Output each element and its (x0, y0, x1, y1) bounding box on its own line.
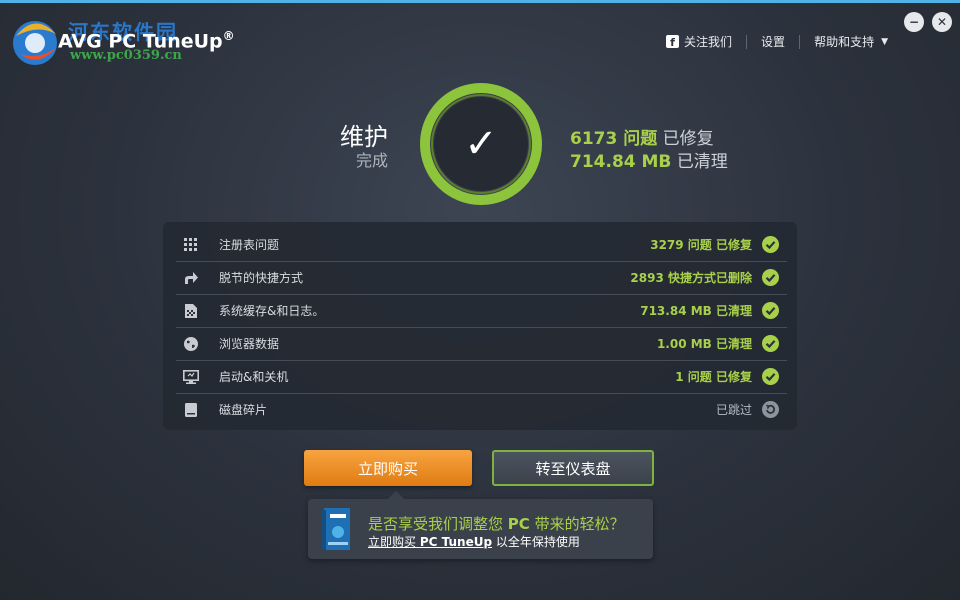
top-nav: f 关注我们 设置 帮助和支持 ▼ (666, 33, 888, 50)
registered-mark: ® (222, 29, 235, 43)
product-box-icon (322, 508, 350, 550)
result-row-cache-logs: 系统缓存&和日志。 713.84 MB 已清理 (176, 294, 787, 328)
caret-down-icon: ▼ (881, 36, 888, 47)
result-row-defrag: 磁盘碎片 已跳过 (176, 393, 787, 426)
help-support-label: 帮助和支持 (814, 35, 875, 49)
issues-fixed-stat: 6173 问题 已修复 (570, 124, 714, 149)
promo-link-product: PC TuneUp (419, 535, 493, 549)
check-circle-icon (762, 269, 779, 286)
promo-tooltip: 是否享受我们调整您 PC 带来的轻松？ 立即购买 PC TuneUp 以全年保持… (308, 491, 653, 559)
check-circle-icon (762, 368, 779, 385)
checkmark-icon: ✓ (464, 121, 498, 167)
result-row-shortcuts: 脱节的快捷方式 2893 快捷方式已删除 (176, 261, 787, 295)
follow-us-link[interactable]: f 关注我们 (666, 33, 732, 50)
space-cleaned-value: 714.84 MB (570, 152, 672, 172)
issues-fixed-label: 已修复 (662, 129, 714, 149)
close-button[interactable]: ✕ (932, 12, 952, 32)
promo-link-prefix: 立即购买 (368, 535, 417, 549)
result-label: 注册表问题 (219, 238, 280, 252)
result-row-registry: 注册表问题 3279 问题 已修复 (176, 228, 787, 262)
results-panel: 注册表问题 3279 问题 已修复 脱节的快捷方式 2893 快捷方式已删除 系… (163, 222, 797, 430)
check-circle-icon (762, 335, 779, 352)
monitor-icon (176, 369, 206, 384)
check-circle-icon (762, 302, 779, 319)
completion-ring-icon: ✓ (420, 83, 542, 205)
follow-us-label: 关注我们 (684, 35, 733, 49)
settings-link[interactable]: 设置 (761, 33, 785, 50)
app-title: AVG PC TuneUp® (58, 29, 235, 52)
status-subtitle: 完成 (355, 151, 388, 170)
promo-buy-link[interactable]: 立即购买 PC TuneUp (368, 535, 492, 549)
nav-divider (746, 34, 748, 49)
disk-icon (176, 402, 206, 417)
result-value: 已跳过 (715, 403, 752, 417)
nav-divider (799, 34, 801, 49)
result-label: 浏览器数据 (219, 337, 280, 351)
check-circle-icon (762, 236, 779, 253)
result-label: 磁盘碎片 (219, 403, 268, 417)
settings-label: 设置 (761, 35, 786, 49)
result-label: 脱节的快捷方式 (219, 271, 304, 285)
minimize-button[interactable]: − (904, 12, 924, 32)
promo-question-pc: PC (507, 515, 530, 533)
result-value: 1.00 MB 已清理 (656, 337, 752, 351)
result-value: 2893 快捷方式已删除 (630, 271, 752, 285)
result-label: 启动&和关机 (219, 370, 289, 384)
cache-file-icon (176, 303, 206, 318)
result-value: 713.84 MB 已清理 (640, 304, 752, 318)
app-title-text: AVG PC TuneUp (58, 30, 223, 53)
go-to-dashboard-button[interactable]: 转至仪表盘 (492, 450, 654, 486)
promo-question: 是否享受我们调整您 PC 带来的轻松？ (368, 513, 625, 534)
promo-pointer (388, 491, 404, 499)
watermark-logo-icon (13, 21, 57, 65)
promo-suffix: 以全年保持使用 (495, 535, 580, 549)
result-row-browser-data: 浏览器数据 1.00 MB 已清理 (176, 327, 787, 361)
promo-question-part2: 带来的轻松？ (534, 515, 625, 533)
promo-question-part1: 是否享受我们调整您 (368, 515, 504, 533)
result-label: 系统缓存&和日志。 (219, 304, 325, 318)
space-cleaned-label: 已清理 (676, 152, 728, 172)
help-support-menu[interactable]: 帮助和支持 ▼ (814, 33, 888, 50)
result-row-startup-shutdown: 启动&和关机 1 问题 已修复 (176, 360, 787, 394)
result-value: 3279 问题 已修复 (650, 238, 752, 252)
registry-grid-icon (176, 237, 206, 252)
space-cleaned-stat: 714.84 MB 已清理 (570, 147, 728, 172)
issues-fixed-value: 6173 问题 (570, 129, 658, 149)
buy-now-button[interactable]: 立即购买 (304, 450, 472, 486)
promo-subtext: 立即购买 PC TuneUp 以全年保持使用 (368, 533, 580, 550)
top-accent-line (0, 0, 960, 3)
facebook-icon: f (666, 35, 680, 48)
globe-icon (176, 336, 206, 351)
result-value: 1 问题 已修复 (675, 370, 752, 384)
shortcut-arrow-icon (176, 271, 206, 285)
skipped-circle-icon (762, 401, 779, 418)
